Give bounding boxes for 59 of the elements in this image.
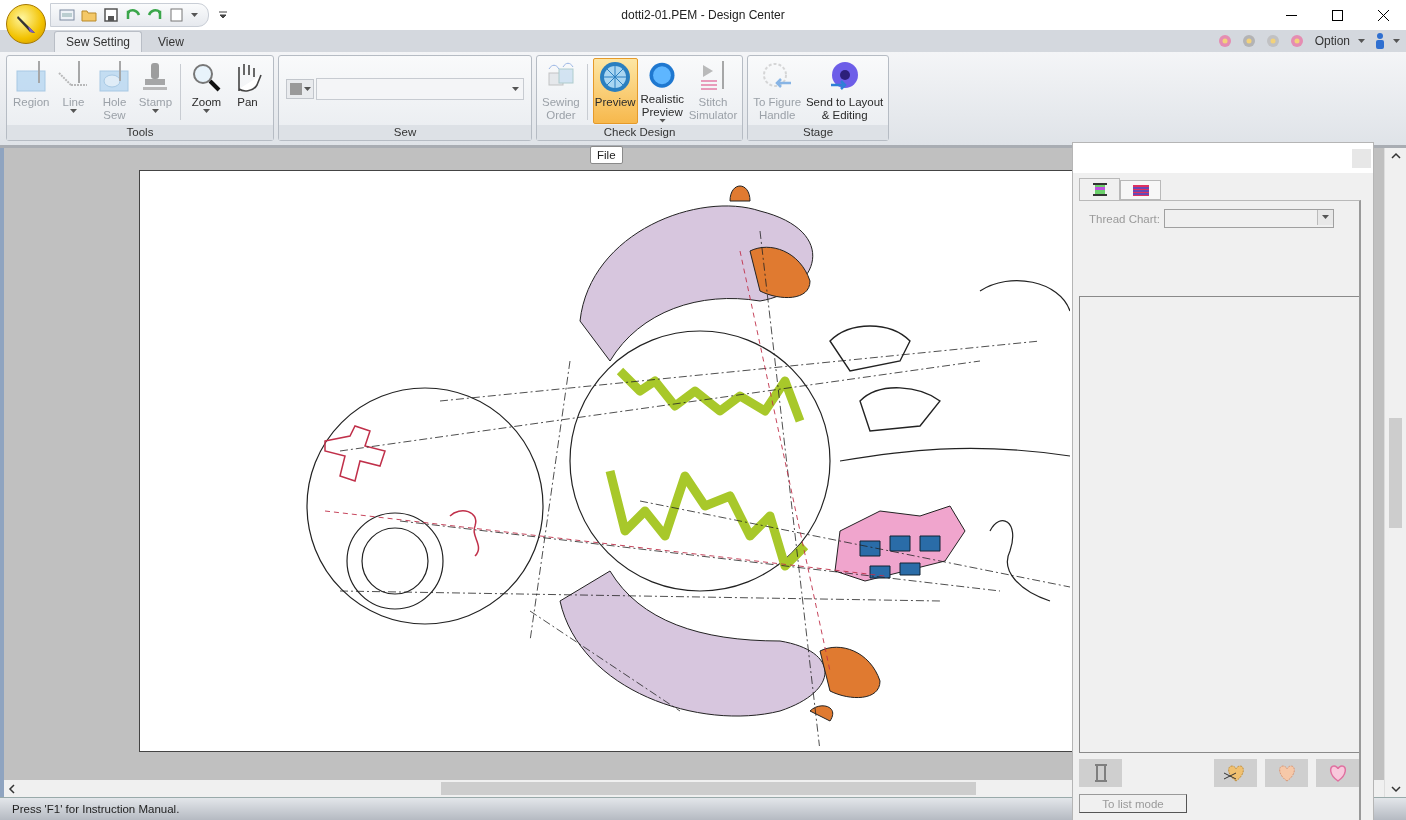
spool-icon [1092,183,1107,196]
region-needle-icon [15,61,48,93]
color-dropdown[interactable] [286,79,314,99]
flower-icon[interactable] [1240,33,1257,49]
maximize-icon [1331,9,1343,21]
new-file-icon[interactable] [59,7,75,23]
option-menu[interactable]: Option [1312,34,1367,48]
minimize-icon [1285,14,1297,16]
window-title: dotti2-01.PEM - Design Center [621,8,785,22]
vertical-scrollbar[interactable] [1384,148,1406,797]
cut-heart-button[interactable] [1214,759,1257,787]
caret-icon [1393,38,1400,44]
panel-close-button[interactable] [1352,148,1371,168]
scroll-left-icon[interactable] [8,783,16,794]
scroll-down-icon[interactable] [1390,785,1401,793]
realistic-button[interactable]: Realistic Preview [638,58,686,124]
thread-chart-label: Thread Chart: [1089,212,1160,225]
caret-icon [1321,215,1329,220]
customize-icon[interactable] [219,11,227,19]
spool-icon [1093,764,1108,782]
scroll-up-icon[interactable] [1390,152,1401,160]
zoom-button[interactable]: Zoom [186,58,227,124]
folder-icon[interactable] [81,7,97,23]
app-menu-button[interactable] [6,4,46,44]
group-label: Stage [748,125,888,140]
flower-icon[interactable] [1216,33,1233,49]
user-icon[interactable] [1375,33,1385,49]
group-label: Tools [7,125,273,140]
send-button[interactable]: Send to Layout & Editing [804,58,885,124]
panel-tab[interactable] [1079,178,1120,200]
flower-icon[interactable] [1264,33,1281,49]
pan-button[interactable]: Pan [227,58,268,124]
color-swatch-icon [289,83,302,95]
scrollbar-thumb[interactable] [441,782,976,795]
heart-button[interactable] [1316,759,1359,787]
group-label: Check Design [537,125,742,140]
panel-tab[interactable] [1120,180,1161,200]
status-text: Press 'F1' for Instruction Manual. [12,803,180,815]
preview-button[interactable]: Preview [592,58,638,124]
scrollbar-thumb[interactable] [1389,417,1402,528]
caret-icon [191,12,198,18]
caret-icon [303,86,311,92]
group-label: Sew [279,125,531,140]
heart-button[interactable] [1265,759,1308,787]
caret-icon [512,86,519,92]
ribbon-tab[interactable]: Sew Setting [54,31,143,52]
flower-icon[interactable] [1288,33,1305,49]
thread-chart-icon [1132,184,1149,196]
page-icon[interactable] [169,7,185,23]
close-icon [1377,9,1389,21]
save-icon[interactable] [103,7,119,23]
spool-button[interactable] [1079,759,1122,787]
stitched-circle-icon [599,61,632,93]
ribbon-tab[interactable]: View [146,31,196,52]
caret-icon [1358,38,1365,44]
magnifier-icon [190,61,223,93]
tooltip: File [590,146,623,164]
sew-type-combo[interactable] [316,78,524,100]
hole-needle-icon [98,61,131,93]
